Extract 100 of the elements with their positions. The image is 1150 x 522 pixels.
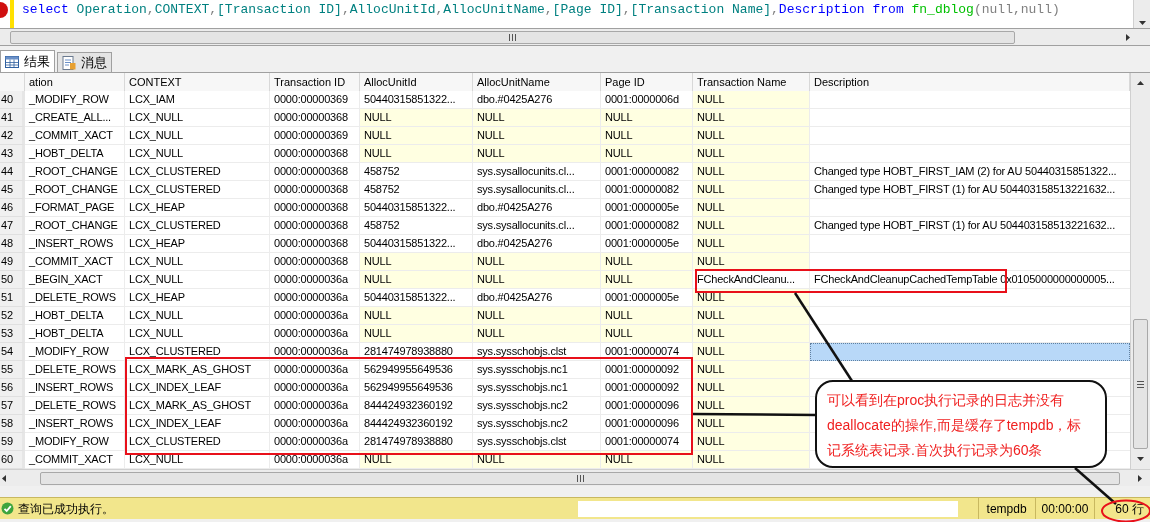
table-cell: LCX_CLUSTERED [125, 181, 270, 199]
table-cell: 0000:00000368 [270, 217, 360, 235]
row-number[interactable]: 51 [0, 289, 25, 307]
table-cell: _COMMIT_XACT [25, 127, 125, 145]
left-arrow-icon[interactable] [2, 474, 6, 482]
elapsed-time: 00:00:00 [1041, 500, 1089, 518]
table-cell: NULL [360, 325, 473, 343]
table-cell: _HOBT_DELTA [25, 145, 125, 163]
row-number[interactable]: 60 [0, 451, 25, 469]
table-cell: 0000:0000036a [270, 325, 360, 343]
row-count: 60 行 [1115, 500, 1144, 518]
down-arrow-icon[interactable] [1138, 21, 1146, 25]
table-cell: 458752 [360, 217, 473, 235]
table-cell: NULL [693, 307, 810, 325]
scrollbar-thumb[interactable] [40, 471, 1120, 485]
table-cell: 844424932360192 [360, 415, 473, 433]
table-cell: NULL [601, 307, 693, 325]
up-arrow-icon[interactable] [1137, 81, 1144, 85]
row-number[interactable]: 45 [0, 181, 25, 199]
table-cell: _INSERT_ROWS [25, 379, 125, 397]
grid-icon [5, 55, 19, 68]
grip-icon [1137, 380, 1144, 388]
row-number[interactable]: 58 [0, 415, 25, 433]
right-arrow-icon[interactable] [1126, 33, 1130, 41]
row-number[interactable]: 53 [0, 325, 25, 343]
table-cell: sys.sysschobjs.nc2 [473, 397, 601, 415]
table-cell: 50440315851322... [360, 199, 473, 217]
table-cell: 0000:0000036a [270, 289, 360, 307]
table-cell: LCX_CLUSTERED [125, 163, 270, 181]
table-cell: dbo.#0425A276 [473, 199, 601, 217]
table-cell: _DELETE_ROWS [25, 397, 125, 415]
table-cell: sys.sysschobjs.nc1 [473, 379, 601, 397]
table-cell: LCX_NULL [125, 271, 270, 289]
row-number[interactable]: 43 [0, 145, 25, 163]
table-cell: _INSERT_ROWS [25, 235, 125, 253]
row-number[interactable]: 55 [0, 361, 25, 379]
row-number[interactable]: 44 [0, 163, 25, 181]
table-cell: 0001:00000082 [601, 163, 693, 181]
table-cell: LCX_INDEX_LEAF [125, 415, 270, 433]
table-cell: NULL [360, 253, 473, 271]
table-cell: 0000:0000036a [270, 361, 360, 379]
down-arrow-icon[interactable] [1137, 457, 1144, 461]
table-cell: NULL [601, 325, 693, 343]
table-cell: NULL [693, 91, 810, 109]
table-cell: NULL [693, 235, 810, 253]
row-number[interactable]: 41 [0, 109, 25, 127]
table-cell: sys.sysschobjs.nc1 [473, 361, 601, 379]
row-number[interactable]: 57 [0, 397, 25, 415]
row-number[interactable]: 48 [0, 235, 25, 253]
row-number[interactable]: 56 [0, 379, 25, 397]
horizontal-scrollbar[interactable] [0, 469, 1150, 486]
table-cell: _MODIFY_ROW [25, 91, 125, 109]
breakpoint-icon [0, 2, 8, 18]
table-cell: LCX_NULL [125, 145, 270, 163]
row-number[interactable]: 40 [0, 91, 25, 109]
table-cell: _HOBT_DELTA [25, 307, 125, 325]
grip-icon [576, 474, 584, 482]
result-tab[interactable]: 消息 [57, 52, 112, 72]
horizontal-scrollbar[interactable] [0, 29, 1150, 46]
table-cell: NULL [693, 325, 810, 343]
table-cell: 562949955649536 [360, 361, 473, 379]
row-number[interactable]: 50 [0, 271, 25, 289]
table-cell: 0001:0000005e [601, 235, 693, 253]
table-cell: LCX_NULL [125, 253, 270, 271]
table-cell: _ROOT_CHANGE [25, 217, 125, 235]
result-tab[interactable]: 结果 [0, 50, 55, 72]
table-cell: NULL [360, 307, 473, 325]
table-cell: 0001:0000005e [601, 199, 693, 217]
table-cell: 50440315851322... [360, 289, 473, 307]
table-cell: NULL [693, 127, 810, 145]
scrollbar-thumb[interactable] [1133, 319, 1148, 449]
table-cell: 0001:0000006d [601, 91, 693, 109]
table-cell: 0000:00000368 [270, 109, 360, 127]
row-number[interactable]: 47 [0, 217, 25, 235]
database-name: tempdb [986, 500, 1027, 518]
table-cell: 0000:0000036a [270, 379, 360, 397]
table-cell: LCX_CLUSTERED [125, 217, 270, 235]
row-number[interactable]: 59 [0, 433, 25, 451]
table-cell: NULL [693, 433, 810, 451]
row-number[interactable]: 42 [0, 127, 25, 145]
table-cell: NULL [693, 109, 810, 127]
row-number[interactable]: 46 [0, 199, 25, 217]
table-cell: _MODIFY_ROW [25, 343, 125, 361]
table-cell: _CREATE_ALL... [25, 109, 125, 127]
table-cell: 562949955649536 [360, 379, 473, 397]
table-cell: _ROOT_CHANGE [25, 163, 125, 181]
table-cell: LCX_CLUSTERED [125, 433, 270, 451]
vertical-scrollbar[interactable] [1130, 73, 1150, 469]
table-cell: dbo.#0425A276 [473, 289, 601, 307]
table-cell: NULL [693, 199, 810, 217]
table-cell: LCX_NULL [125, 325, 270, 343]
right-arrow-icon[interactable] [1138, 474, 1142, 482]
table-cell: 0000:00000369 [270, 91, 360, 109]
row-number[interactable]: 52 [0, 307, 25, 325]
table-cell: NULL [473, 253, 601, 271]
vertical-scrollbar[interactable] [1133, 0, 1150, 28]
row-number[interactable]: 49 [0, 253, 25, 271]
table-cell: 0000:00000369 [270, 127, 360, 145]
scrollbar-thumb[interactable] [10, 30, 1015, 44]
row-number[interactable]: 54 [0, 343, 25, 361]
